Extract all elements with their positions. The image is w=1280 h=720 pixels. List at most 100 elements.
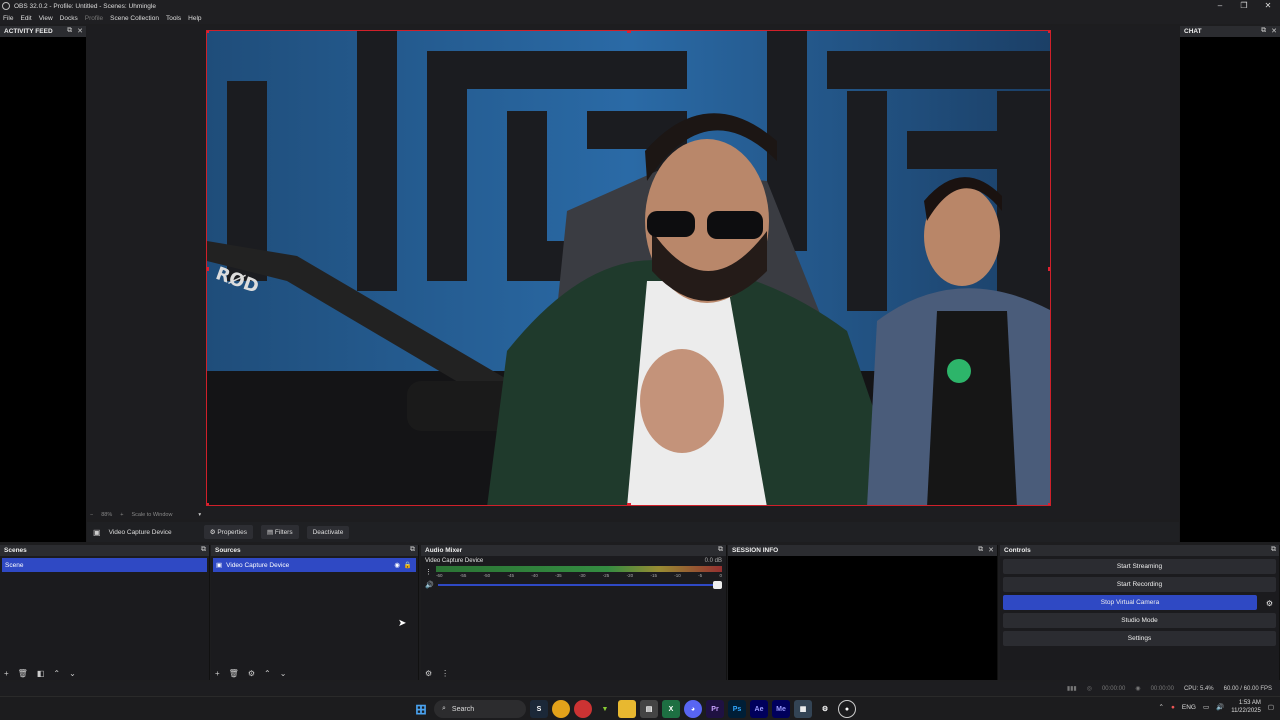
lock-icon[interactable]: 🔒 (404, 561, 412, 569)
resize-handle[interactable] (627, 31, 631, 33)
add-icon[interactable]: + (215, 669, 220, 678)
float-icon[interactable]: ⧉ (201, 546, 206, 554)
close-button[interactable]: ✕ (1256, 0, 1280, 12)
activity-feed-dock: ACTIVITY FEED ⧉ ✕ (0, 26, 86, 542)
move-down-icon[interactable]: ⌄ (69, 669, 76, 678)
menu-view[interactable]: View (39, 15, 53, 22)
activity-feed-title: ACTIVITY FEED (4, 28, 53, 35)
controls-title-bar: Controls ⧉ (1000, 545, 1279, 556)
volume-slider-handle[interactable] (713, 581, 722, 589)
session-info-title-bar: SESSION INFO ⧉ ✕ (728, 545, 997, 556)
properties-button[interactable]: ⚙ Properties (203, 525, 253, 539)
scene-list-item[interactable]: Scene (2, 558, 207, 572)
mixer-channel: Video Capture Device 0.0 dB ⋮ -60 -55 -50-… (425, 558, 722, 589)
app-icon[interactable] (574, 700, 592, 718)
speaker-icon[interactable]: 🔊 (425, 581, 434, 589)
float-icon[interactable]: ⧉ (718, 546, 723, 554)
minimize-button[interactable]: – (1208, 0, 1232, 12)
filter-icon[interactable]: ◧ (37, 669, 45, 678)
float-icon[interactable]: ⧉ (67, 27, 72, 35)
gear-icon[interactable]: ⚙ (248, 669, 255, 678)
steam-icon[interactable]: S (530, 700, 548, 718)
network-icon[interactable]: ▭ (1203, 703, 1209, 711)
close-icon[interactable]: ✕ (77, 27, 83, 35)
mixer-settings-icon[interactable]: ⚙ (425, 669, 432, 678)
start-recording-button[interactable]: Start Recording (1003, 577, 1276, 592)
notepad-icon[interactable]: ▤ (640, 700, 658, 718)
deactivate-button[interactable]: Deactivate (306, 525, 350, 539)
float-icon[interactable]: ⧉ (1271, 546, 1276, 554)
chevron-up-icon[interactable]: ⌃ (1159, 703, 1164, 711)
trash-icon[interactable]: 🗑 (229, 669, 239, 678)
menu-scene-collection[interactable]: Scene Collection (110, 15, 159, 22)
scale-to-window-button[interactable]: Scale to Window (131, 512, 172, 518)
mixer-menu-icon[interactable]: ⋮ (441, 669, 449, 678)
studio-mode-button[interactable]: Studio Mode (1003, 613, 1276, 628)
resize-handle[interactable] (207, 31, 209, 33)
scenes-title: Scenes (4, 547, 27, 554)
meter-tick-label: -15 (650, 573, 657, 578)
video-preview-canvas[interactable]: RØD (206, 30, 1051, 506)
resize-handle[interactable] (1048, 503, 1050, 505)
stop-virtual-camera-button[interactable]: Stop Virtual Camera (1003, 595, 1257, 610)
discord-icon[interactable]: ◕ (684, 700, 702, 718)
excel-icon[interactable]: X (662, 700, 680, 718)
virtual-camera-gear-icon[interactable]: ⚙ (1266, 599, 1273, 608)
source-list-item[interactable]: ▣ Video Capture Device ◉ 🔒 (213, 558, 416, 572)
file-explorer-icon[interactable] (618, 700, 636, 718)
resize-handle[interactable] (207, 503, 209, 505)
menu-help[interactable]: Help (188, 15, 201, 22)
settings-button[interactable]: Settings (1003, 631, 1276, 646)
chevron-down-icon[interactable]: ▾ (198, 512, 201, 518)
move-up-icon[interactable]: ⌃ (53, 669, 60, 678)
taskbar-search[interactable]: ⌕ Search (434, 700, 526, 718)
taskbar-clock[interactable]: 1:53 AM 11/22/2025 (1231, 699, 1261, 715)
menu-tools[interactable]: Tools (166, 15, 181, 22)
volume-slider[interactable] (437, 581, 722, 589)
windows-start-icon[interactable]: ⊞ (412, 700, 430, 718)
move-down-icon[interactable]: ⌄ (280, 669, 287, 678)
after-effects-icon[interactable]: Ae (750, 700, 768, 718)
resize-handle[interactable] (1048, 267, 1050, 271)
notification-icon[interactable]: ▢ (1268, 703, 1274, 711)
menu-profile[interactable]: Profile (85, 15, 103, 22)
float-icon[interactable]: ⧉ (410, 546, 415, 554)
maximize-button[interactable]: ❐ (1232, 0, 1256, 12)
taskbar: ⊞ ⌕ Search S ▼ ▤ X ◕ Pr Ps Ae Me ▦ ⚙ ● ⌃… (0, 696, 1280, 720)
add-icon[interactable]: + (4, 669, 9, 678)
clock-date: 11/22/2025 (1231, 708, 1261, 714)
menu-file[interactable]: File (3, 15, 13, 22)
chrome-icon[interactable] (552, 700, 570, 718)
media-encoder-icon[interactable]: Me (772, 700, 790, 718)
close-icon[interactable]: ✕ (988, 546, 994, 554)
float-icon[interactable]: ⧉ (978, 546, 983, 554)
scenes-title-bar: Scenes ⧉ (0, 545, 209, 556)
resize-handle[interactable] (207, 267, 209, 271)
obs-taskbar-icon[interactable]: ● (838, 700, 856, 718)
start-streaming-button[interactable]: Start Streaming (1003, 559, 1276, 574)
microphone-icon[interactable]: ● (1171, 704, 1175, 711)
channel-menu-icon[interactable]: ⋮ (425, 568, 432, 576)
clock-time: 1:53 AM (1238, 700, 1261, 706)
premiere-icon[interactable]: Pr (706, 700, 724, 718)
vlc-icon[interactable]: ▼ (596, 700, 614, 718)
visibility-eye-icon[interactable]: ◉ (394, 561, 400, 569)
zoom-out-button[interactable]: − (90, 512, 93, 518)
menu-docks[interactable]: Docks (60, 15, 78, 22)
sources-panel: Sources ⧉ ▣ Video Capture Device ◉ 🔒 + 🗑… (211, 545, 419, 680)
resize-handle[interactable] (1048, 31, 1050, 33)
float-icon[interactable]: ⧉ (1261, 27, 1266, 35)
photoshop-icon[interactable]: Ps (728, 700, 746, 718)
filters-button[interactable]: ▤ Filters (260, 525, 299, 539)
volume-icon[interactable]: 🔊 (1216, 703, 1224, 711)
trash-icon[interactable]: 🗑 (18, 669, 28, 678)
menu-edit[interactable]: Edit (20, 15, 31, 22)
app-icon[interactable]: ▦ (794, 700, 812, 718)
language-indicator[interactable]: ENG (1182, 704, 1196, 711)
zoom-in-button[interactable]: + (120, 512, 123, 518)
move-up-icon[interactable]: ⌃ (264, 669, 271, 678)
close-icon[interactable]: ✕ (1271, 27, 1277, 35)
audio-mixer-title: Audio Mixer (425, 547, 463, 554)
resize-handle[interactable] (627, 503, 631, 505)
settings-app-icon[interactable]: ⚙ (816, 700, 834, 718)
